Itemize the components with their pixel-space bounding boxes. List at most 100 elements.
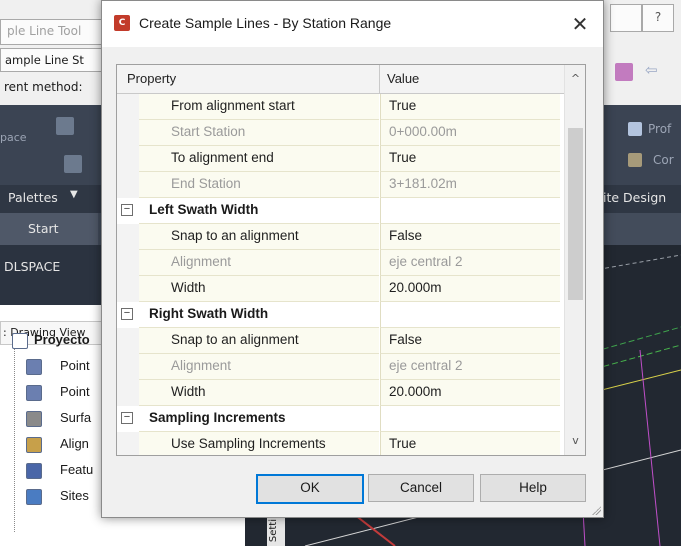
- scroll-down-icon[interactable]: v: [565, 431, 585, 451]
- property-label: Snap to an alignment: [171, 332, 299, 347]
- category-label: Right Swath Width: [149, 306, 269, 321]
- property-value: False: [389, 228, 423, 243]
- reverse-direction-icon[interactable]: [615, 63, 633, 81]
- row-gutter: [117, 354, 139, 380]
- help-search-icon[interactable]: [610, 4, 642, 32]
- station-marker: [354, 514, 396, 547]
- row-gutter: [117, 380, 139, 406]
- dialog-titlebar[interactable]: C Create Sample Lines - By Station Range…: [102, 1, 603, 47]
- help-icon[interactable]: ?: [642, 4, 674, 32]
- property-value-cell[interactable]: True: [380, 94, 560, 120]
- settings-tab[interactable]: Setti: [267, 515, 285, 546]
- category-label: Left Swath Width: [149, 202, 259, 217]
- property-name-cell[interactable]: Sampling Increments: [139, 406, 379, 432]
- column-divider[interactable]: [379, 65, 380, 93]
- close-button[interactable]: ✕: [557, 1, 603, 47]
- prospector-item-label[interactable]: Point: [60, 358, 90, 373]
- workspace-label: pace: [0, 131, 27, 144]
- category-row[interactable]: − Sampling Increments: [117, 406, 560, 432]
- property-row: Alignment eje central 2: [117, 250, 560, 276]
- property-name-cell[interactable]: Snap to an alignment: [139, 328, 379, 354]
- property-name-cell[interactable]: From alignment start: [139, 94, 379, 120]
- property-row[interactable]: Width 20.000m: [117, 380, 560, 406]
- property-row[interactable]: To alignment end True: [117, 146, 560, 172]
- chevron-down-icon[interactable]: ▼: [70, 189, 78, 200]
- prospector-item-label[interactable]: Surfa: [60, 410, 91, 425]
- collapse-icon[interactable]: −: [121, 204, 133, 216]
- prospector-item-label[interactable]: Point: [60, 384, 90, 399]
- property-value-cell: eje central 2: [380, 250, 560, 276]
- palettes-panel-label[interactable]: Palettes: [8, 190, 58, 205]
- tool-title-bar: ple Line Tool: [0, 19, 108, 45]
- property-row[interactable]: Width 20.000m: [117, 276, 560, 302]
- ribbon-tool-icon[interactable]: [56, 117, 74, 135]
- tab-start[interactable]: Start: [0, 213, 98, 245]
- sample-line-tools-label: ple Line Tool: [7, 24, 82, 38]
- property-label: Start Station: [171, 124, 246, 139]
- property-value-cell: [380, 406, 560, 432]
- prospector-item-label[interactable]: Proyecto: [34, 332, 90, 347]
- sample-line: [639, 349, 661, 547]
- property-label: Snap to an alignment: [171, 228, 299, 243]
- row-gutter: [117, 120, 139, 146]
- ribbon-cor-label[interactable]: Cor: [653, 153, 674, 167]
- property-label: Alignment: [171, 358, 232, 373]
- property-row[interactable]: Snap to an alignment False: [117, 328, 560, 354]
- property-value-cell[interactable]: 20.000m: [380, 276, 560, 302]
- property-row[interactable]: Snap to an alignment False: [117, 224, 560, 250]
- property-name-cell[interactable]: To alignment end: [139, 146, 379, 172]
- property-name-cell[interactable]: Width: [139, 276, 379, 302]
- alignment-icon: [26, 437, 42, 453]
- property-name-cell[interactable]: Left Swath Width: [139, 198, 379, 224]
- property-column-header[interactable]: Property: [127, 71, 176, 86]
- settings-tab-label: Setti: [268, 519, 279, 543]
- corridor-icon[interactable]: [628, 153, 642, 167]
- property-value: False: [389, 332, 423, 347]
- property-row: Alignment eje central 2: [117, 354, 560, 380]
- property-label: Width: [171, 384, 206, 399]
- category-row[interactable]: − Right Swath Width: [117, 302, 560, 328]
- property-value-cell[interactable]: 20.000m: [380, 380, 560, 406]
- value-column-header[interactable]: Value: [387, 71, 419, 86]
- cancel-button[interactable]: Cancel: [368, 474, 474, 502]
- property-name-cell[interactable]: Snap to an alignment: [139, 224, 379, 250]
- sample-line-group-text: ample Line St: [5, 53, 84, 67]
- prospector-item-label[interactable]: Align: [60, 436, 89, 451]
- ribbon-prof-label[interactable]: Prof: [648, 122, 671, 136]
- collapse-icon[interactable]: −: [121, 308, 133, 320]
- property-value-cell[interactable]: False: [380, 328, 560, 354]
- prospector-item-label[interactable]: Sites: [60, 488, 89, 503]
- site-design-panel-label[interactable]: ite Design: [603, 190, 666, 205]
- property-value: True: [389, 98, 417, 113]
- property-row[interactable]: From alignment start True: [117, 94, 560, 120]
- property-name-cell[interactable]: Width: [139, 380, 379, 406]
- property-value: 20.000m: [389, 280, 442, 295]
- property-value-cell: 0+000.00m: [380, 120, 560, 146]
- undo-arrow-icon[interactable]: ⇦: [645, 61, 658, 79]
- row-gutter: −: [117, 302, 139, 328]
- property-name-cell[interactable]: Right Swath Width: [139, 302, 379, 328]
- prospector-item-label[interactable]: Featu: [60, 462, 93, 477]
- category-row[interactable]: − Left Swath Width: [117, 198, 560, 224]
- property-row[interactable]: Use Sampling Increments True: [117, 432, 560, 455]
- sample-line-group-field[interactable]: ample Line St: [0, 48, 108, 72]
- row-gutter: [117, 94, 139, 120]
- point-icon: [26, 359, 42, 375]
- scrollbar-thumb[interactable]: [568, 128, 583, 300]
- vertical-scrollbar[interactable]: ^ v: [564, 65, 585, 455]
- profile-icon[interactable]: [628, 122, 642, 136]
- resize-grip-icon[interactable]: [591, 505, 601, 515]
- ok-button[interactable]: OK: [256, 474, 364, 504]
- current-method-label: rent method:: [4, 80, 83, 94]
- scroll-up-icon[interactable]: ^: [565, 69, 585, 89]
- ribbon-tool-icon-2[interactable]: [64, 155, 82, 173]
- help-button[interactable]: Help: [480, 474, 586, 502]
- property-value-cell[interactable]: True: [380, 432, 560, 455]
- row-gutter: −: [117, 406, 139, 432]
- collapse-icon[interactable]: −: [121, 412, 133, 424]
- property-name-cell: End Station: [139, 172, 379, 198]
- property-value-cell[interactable]: True: [380, 146, 560, 172]
- category-label: Sampling Increments: [149, 410, 286, 425]
- property-value-cell[interactable]: False: [380, 224, 560, 250]
- property-name-cell[interactable]: Use Sampling Increments: [139, 432, 379, 455]
